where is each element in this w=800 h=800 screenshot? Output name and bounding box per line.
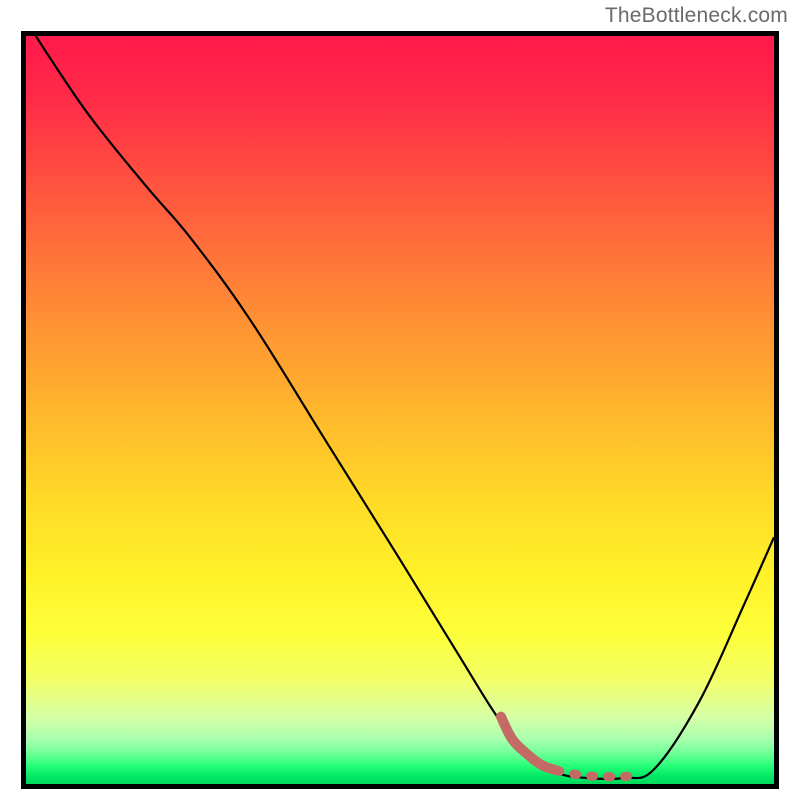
plot-frame xyxy=(21,31,779,789)
watermark-text: TheBottleneck.com xyxy=(605,4,788,28)
main-curve xyxy=(26,36,774,779)
highlight-segment-solid xyxy=(501,717,557,771)
chart-svg xyxy=(26,36,774,784)
